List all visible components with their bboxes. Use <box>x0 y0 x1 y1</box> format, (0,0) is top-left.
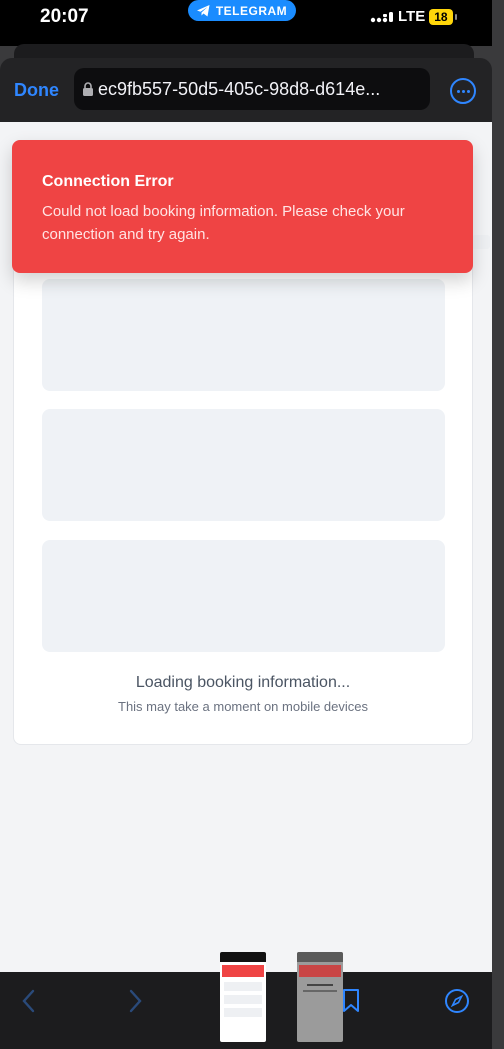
tab-thumbnail[interactable] <box>220 952 266 1042</box>
skeleton-block <box>42 409 445 521</box>
browser-nav-bar: Done ec9fb557-50d5-405c-98d8-d614e... <box>0 58 492 122</box>
done-button[interactable]: Done <box>14 80 59 101</box>
clock: 20:07 <box>40 6 89 27</box>
toast-title: Connection Error <box>42 173 174 190</box>
background-input-edge <box>472 235 490 249</box>
status-indicators: LTE 18 <box>370 8 457 25</box>
sheet-background-edge <box>14 44 474 58</box>
toast-message: Could not load booking information. Plea… <box>42 203 405 243</box>
url-text: ec9fb557-50d5-405c-98d8-d614e... <box>98 78 381 99</box>
telegram-plane-icon <box>196 4 210 16</box>
battery-level: 18 <box>429 8 453 25</box>
network-type: LTE <box>398 8 426 25</box>
tab-thumbnail[interactable] <box>297 952 343 1042</box>
bookmark-icon[interactable] <box>340 988 362 1014</box>
lock-icon <box>83 82 93 96</box>
skeleton-block <box>42 540 445 652</box>
chevron-right-icon[interactable] <box>126 988 144 1014</box>
status-bar: 20:07 TELEGRAM LTE 18 <box>0 0 492 46</box>
ellipsis-circle-icon[interactable] <box>450 78 476 104</box>
background-app-edge <box>492 0 504 1049</box>
compass-icon[interactable] <box>444 988 470 1014</box>
signal-dots-icon <box>370 11 393 22</box>
telegram-pill-label: TELEGRAM <box>215 3 288 18</box>
loading-subtitle: This may take a moment on mobile devices <box>118 699 368 714</box>
chevron-left-icon[interactable] <box>20 988 38 1014</box>
battery-icon <box>454 13 457 20</box>
error-toast[interactable]: Connection Error Could not load booking … <box>12 140 473 273</box>
loading-title: Loading booking information... <box>135 674 351 691</box>
telegram-return-pill[interactable]: TELEGRAM <box>188 0 296 21</box>
skeleton-block <box>42 279 445 391</box>
address-bar[interactable]: ec9fb557-50d5-405c-98d8-d614e... <box>74 68 430 110</box>
